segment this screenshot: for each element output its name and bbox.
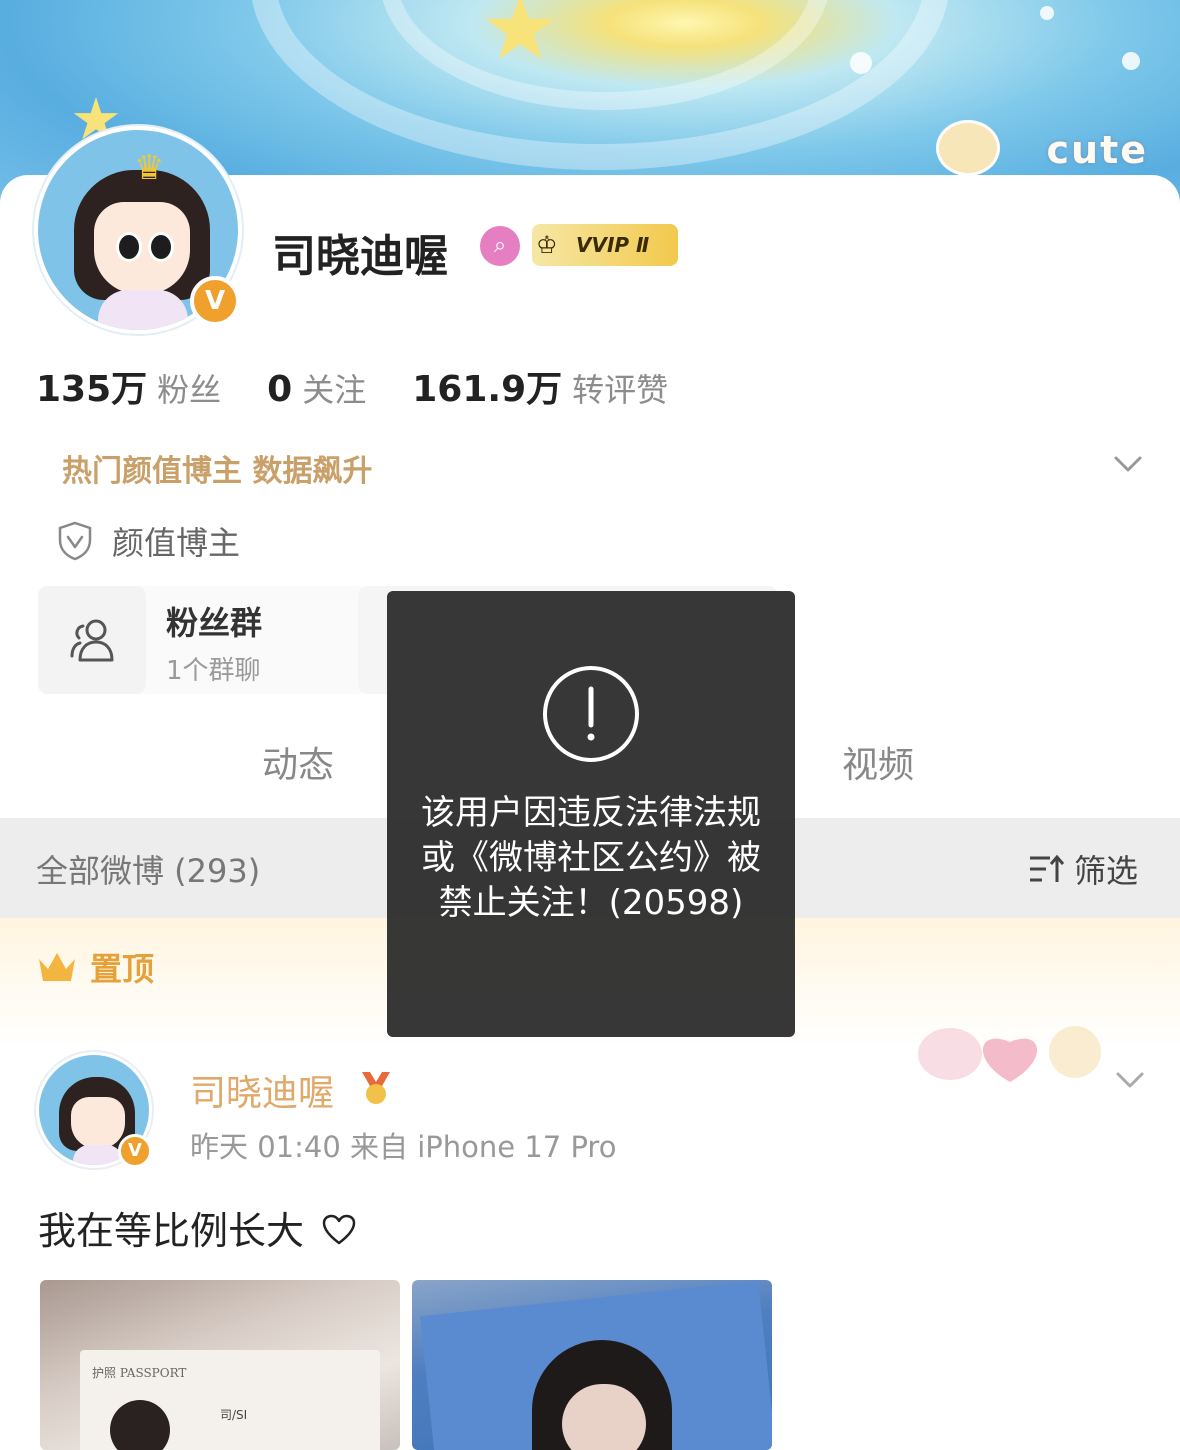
post-photo-passport[interactable]: 护照 PASSPORT 司/SI xyxy=(40,1280,400,1450)
chevron-down-icon[interactable] xyxy=(1110,446,1146,482)
filter-icon xyxy=(1030,854,1065,882)
banner-star-icon: ★ xyxy=(480,0,561,81)
shield-icon xyxy=(58,521,92,561)
filter-label: 筛选 xyxy=(1074,852,1139,890)
crown-icon xyxy=(39,953,75,981)
post-meta: 昨天 01:40 来自 iPhone 17 Pro xyxy=(190,1130,617,1164)
post-text: 我在等比例长大 xyxy=(38,1200,356,1255)
post-more-chevron-icon[interactable] xyxy=(1112,1062,1148,1098)
fans-group-icon-box xyxy=(38,586,146,694)
love-sticker-icon xyxy=(918,1026,1101,1082)
fans-group-card[interactable]: 粉丝群 1个群聊 xyxy=(38,586,368,694)
followers-label[interactable]: 粉丝 xyxy=(157,365,221,411)
hot-blogger-tag[interactable]: 热门颜值博主 数据飙升 xyxy=(62,446,372,490)
passport-name: 司/SI xyxy=(220,1408,248,1422)
followers-count[interactable]: 135万 xyxy=(36,360,147,412)
error-toast: 该用户因违反法律法规或《微博社区公约》被禁止关注！(20598) xyxy=(387,591,795,1037)
banner-dot xyxy=(1122,52,1140,70)
pinned-header: 置顶 xyxy=(36,944,154,990)
profile-nickname: 司晓迪喔 xyxy=(272,231,448,282)
toast-message: 该用户因违反法律法规或《微博社区公约》被禁止关注！(20598) xyxy=(421,793,761,923)
blogger-badge-label: 颜值博主 xyxy=(112,524,241,562)
profile-stats: 135万 粉丝 0 关注 161.9万 转评赞 xyxy=(36,360,714,411)
exclamation-circle-icon xyxy=(543,666,639,762)
passport-label: 护照 PASSPORT xyxy=(92,1366,187,1380)
vvip-label: VVIP Ⅱ xyxy=(576,233,650,257)
pinned-label: 置顶 xyxy=(90,950,155,988)
banner-bear-icon xyxy=(936,120,1000,176)
post-text-content: 我在等比例长大 xyxy=(38,1209,305,1253)
search-badge-icon[interactable]: ⌕ xyxy=(480,226,520,266)
post-photo-portrait[interactable] xyxy=(412,1280,772,1450)
filter-button[interactable]: 筛选 xyxy=(1028,846,1138,892)
medal-icon[interactable] xyxy=(356,1068,396,1106)
verified-badge-icon: V xyxy=(190,276,240,326)
heart-icon xyxy=(322,1214,356,1245)
banner-dot xyxy=(850,52,872,74)
fans-group-subtitle: 1个群聊 xyxy=(166,656,261,686)
following-label[interactable]: 关注 xyxy=(302,365,366,411)
blogger-badge-row[interactable]: 颜值博主 xyxy=(56,518,240,564)
tab-posts[interactable]: 动态 xyxy=(262,736,334,788)
banner-dot xyxy=(1040,6,1054,20)
all-posts-count[interactable]: 全部微博 (293) xyxy=(36,846,260,892)
post-verified-badge-icon: V xyxy=(118,1134,152,1168)
vvip-crown-icon: ♔ xyxy=(536,231,558,259)
interactions-count: 161.9万 xyxy=(412,369,563,410)
group-people-icon xyxy=(70,619,114,662)
fans-group-title: 粉丝群 xyxy=(166,604,263,642)
crown-icon: ♛ xyxy=(134,148,165,188)
tab-videos[interactable]: 视频 xyxy=(842,736,914,788)
post-author-name[interactable]: 司晓迪喔 xyxy=(190,1064,334,1116)
following-count[interactable]: 0 xyxy=(267,369,292,410)
vvip-badge[interactable]: ♔ VVIP Ⅱ xyxy=(532,224,678,266)
banner-cute-text: cute xyxy=(1046,128,1148,172)
interactions-label: 转评赞 xyxy=(572,371,669,409)
